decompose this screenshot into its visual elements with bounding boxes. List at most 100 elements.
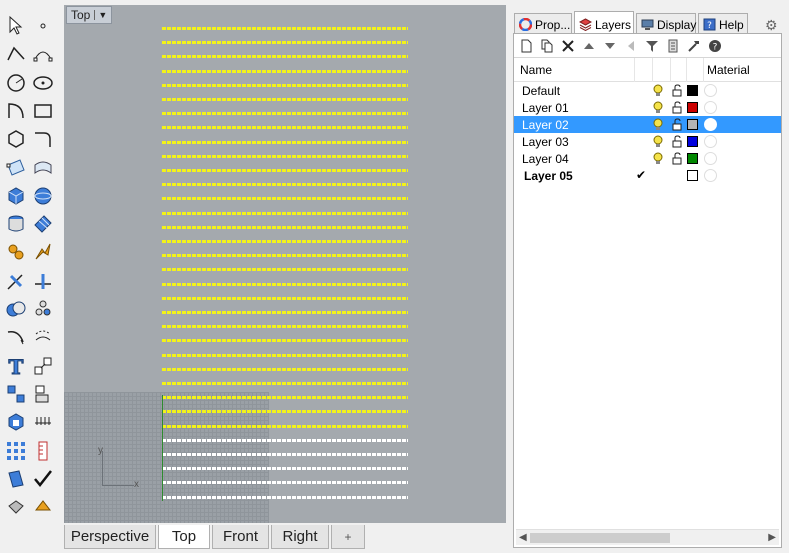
yellow-geometry-row[interactable] (162, 126, 408, 130)
block-icon[interactable] (3, 409, 29, 435)
layer-row[interactable]: Default (514, 82, 781, 99)
material-icon[interactable] (704, 101, 717, 114)
split-icon[interactable] (30, 268, 56, 294)
unlocked-icon[interactable] (671, 118, 683, 131)
horizontal-scrollbar[interactable]: ◀ ▶ (516, 529, 779, 545)
surface-analysis-icon[interactable] (3, 466, 29, 492)
material-icon[interactable] (704, 135, 717, 148)
tab-top[interactable]: Top (158, 525, 210, 549)
material-icon[interactable] (30, 494, 56, 520)
yellow-geometry-row[interactable] (162, 240, 408, 243)
layer-row[interactable]: Layer 03 (514, 133, 781, 150)
material-icon[interactable] (704, 152, 717, 165)
layer-color-swatch[interactable] (687, 170, 698, 181)
patch-icon[interactable] (30, 211, 56, 237)
column-name-header[interactable]: Name (520, 63, 552, 77)
arc-icon[interactable] (3, 98, 29, 124)
grid-array-icon[interactable] (3, 438, 29, 464)
yellow-geometry-row[interactable] (162, 396, 408, 400)
white-geometry-row[interactable] (162, 495, 408, 499)
visibility-bulb-icon[interactable] (652, 135, 664, 148)
fillet-edges-icon[interactable] (3, 324, 29, 350)
filter-icon[interactable] (643, 37, 660, 54)
material-icon[interactable] (704, 118, 717, 131)
tab-perspective[interactable]: Perspective (64, 525, 156, 549)
cylinder-icon[interactable] (3, 211, 29, 237)
move-left-icon[interactable] (622, 37, 639, 54)
ruler-icon[interactable] (30, 438, 56, 464)
loft-icon[interactable] (30, 155, 56, 181)
sphere-icon[interactable] (30, 183, 56, 209)
visibility-bulb-icon[interactable] (652, 101, 664, 114)
yellow-geometry-row[interactable] (162, 410, 408, 414)
column-material-header[interactable]: Material (707, 63, 750, 77)
yellow-geometry-row[interactable] (162, 69, 408, 73)
dimension-icon[interactable] (30, 409, 56, 435)
yellow-geometry-row[interactable] (162, 382, 408, 385)
help-circle-icon[interactable]: ? (706, 37, 723, 54)
yellow-geometry-row[interactable] (162, 296, 408, 300)
white-geometry-row[interactable] (162, 438, 408, 442)
new-sublayer-icon[interactable] (538, 37, 555, 54)
offset-icon[interactable] (30, 324, 56, 350)
unlocked-icon[interactable] (671, 135, 683, 148)
white-geometry-row[interactable] (162, 453, 408, 456)
scroll-thumb[interactable] (530, 533, 670, 543)
ellipse-icon[interactable] (30, 70, 56, 96)
add-viewport-tab[interactable]: + (331, 525, 365, 549)
yellow-geometry-row[interactable] (162, 339, 408, 343)
yellow-geometry-row[interactable] (162, 27, 408, 30)
yellow-geometry-row[interactable] (162, 154, 408, 158)
layer-color-swatch[interactable] (687, 136, 698, 147)
layer-color-swatch[interactable] (687, 119, 698, 130)
scroll-left-icon[interactable]: ◀ (519, 532, 527, 543)
text-icon[interactable]: T (3, 353, 29, 379)
array-icon[interactable] (3, 381, 29, 407)
white-geometry-row[interactable] (162, 481, 408, 485)
yellow-geometry-row[interactable] (162, 211, 408, 215)
check-icon[interactable] (30, 466, 56, 492)
layer-row[interactable]: Layer 05 ✔ (514, 167, 781, 184)
unlocked-icon[interactable] (671, 84, 683, 97)
move-up-icon[interactable] (580, 37, 597, 54)
visibility-bulb-icon[interactable] (652, 152, 664, 165)
explode-icon[interactable] (30, 239, 56, 265)
yellow-geometry-row[interactable] (162, 112, 408, 116)
yellow-geometry-row[interactable] (162, 268, 408, 272)
yellow-geometry-row[interactable] (162, 311, 408, 314)
yellow-geometry-row[interactable] (162, 282, 408, 286)
yellow-geometry-row[interactable] (162, 197, 408, 201)
layer-color-swatch[interactable] (687, 102, 698, 113)
visibility-bulb-icon[interactable] (652, 84, 664, 97)
gear-solid-icon[interactable] (3, 239, 29, 265)
tools-icon[interactable] (685, 37, 702, 54)
polygon-icon[interactable] (3, 126, 29, 152)
layer-color-swatch[interactable] (687, 153, 698, 164)
trim-icon[interactable] (3, 268, 29, 294)
white-geometry-row[interactable] (162, 467, 408, 471)
yellow-geometry-row[interactable] (162, 55, 408, 59)
fillet-curve-icon[interactable] (30, 126, 56, 152)
yellow-geometry-row[interactable] (162, 424, 408, 428)
yellow-geometry-row[interactable] (162, 140, 408, 144)
yellow-geometry-row[interactable] (162, 83, 408, 87)
viewport-title[interactable]: Top ▼ (66, 6, 113, 24)
tab-display[interactable]: Display (636, 13, 696, 35)
surface-points-icon[interactable] (3, 155, 29, 181)
yellow-geometry-row[interactable] (162, 367, 408, 371)
viewport-top[interactable]: y x Top ▼ (64, 5, 506, 523)
viewport-menu-icon[interactable]: ▼ (94, 10, 107, 20)
yellow-geometry-row[interactable] (162, 353, 408, 357)
circle-icon[interactable] (3, 70, 29, 96)
visibility-bulb-icon[interactable] (652, 118, 664, 131)
new-layer-icon[interactable] (517, 37, 534, 54)
tab-front[interactable]: Front (212, 525, 269, 549)
material-icon[interactable] (704, 169, 717, 182)
material-icon[interactable] (704, 84, 717, 97)
boolean-icon[interactable] (3, 296, 29, 322)
group-icon[interactable] (30, 296, 56, 322)
layer-row[interactable]: Layer 01 (514, 99, 781, 116)
yellow-geometry-row[interactable] (162, 254, 408, 258)
render-icon[interactable] (3, 494, 29, 520)
yellow-geometry-row[interactable] (162, 325, 408, 329)
